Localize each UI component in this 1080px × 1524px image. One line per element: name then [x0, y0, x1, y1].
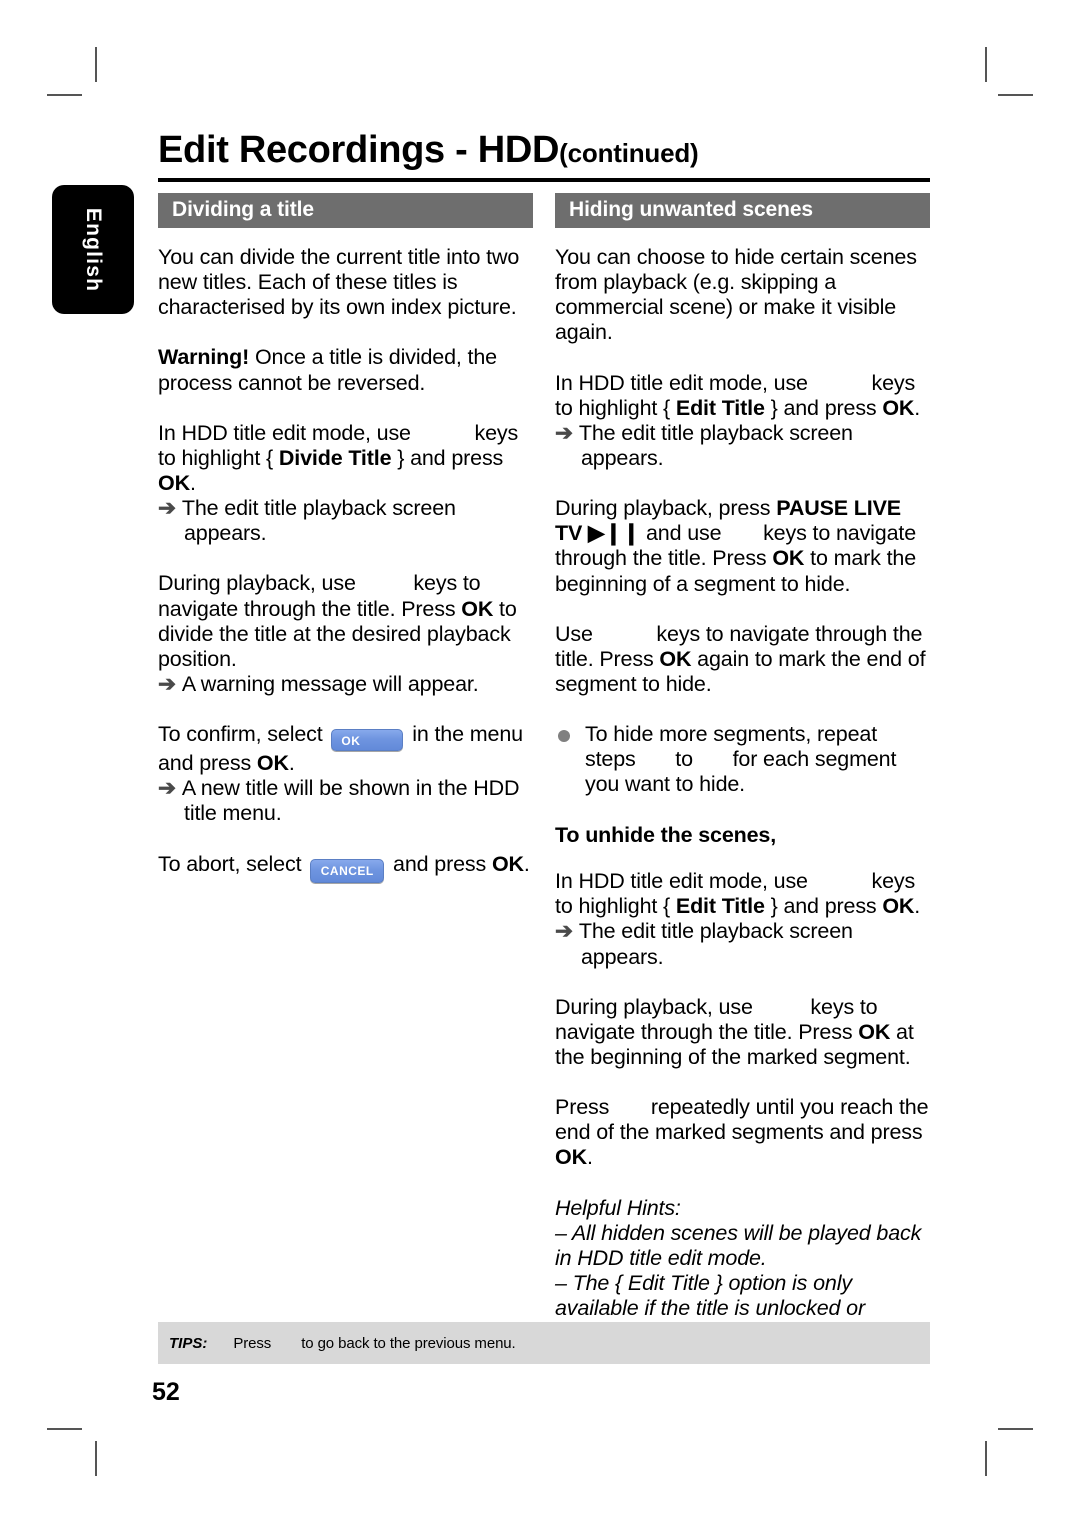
warning-label: Warning! — [158, 345, 250, 370]
key-ok: OK — [256, 751, 289, 776]
helpful-hint-1: – All hidden scenes will be played back … — [555, 1220, 922, 1270]
tips-text-after: to go back to the previous menu. — [301, 1334, 516, 1352]
key-ok: OK — [882, 395, 915, 420]
result-arrow-icon: ➔ — [555, 420, 573, 445]
paragraph-intro: You can divide the current title into tw… — [158, 245, 520, 320]
result-arrow-icon: ➔ — [158, 671, 176, 696]
crop-mark-top-left-horizontal — [47, 94, 82, 96]
step-text: } and press — [391, 445, 504, 470]
paragraph-unhide-step-press-repeatedly: Press repeatedly until you reach the end… — [555, 1095, 930, 1170]
column-dividing-a-title: Dividing a title You can divide the curr… — [158, 193, 533, 1346]
step-text: . — [189, 470, 196, 495]
crop-mark-top-left-vertical — [95, 47, 97, 82]
crop-mark-bottom-right-vertical — [985, 1441, 987, 1476]
step-text: . — [914, 894, 921, 919]
paragraph-warning: Warning! Once a title is divided, the pr… — [158, 345, 533, 395]
play-pause-icon: ▶❙❙ — [588, 521, 641, 546]
step-text: To confirm, select — [158, 722, 329, 747]
osd-ok-button[interactable]: OK — [331, 729, 404, 752]
crop-mark-top-right-horizontal — [998, 94, 1033, 96]
subheading-to-unhide-the-scenes: To unhide the scenes, — [555, 822, 777, 847]
result-text: The edit title playback screen appears. — [578, 919, 853, 969]
step-text: . — [288, 751, 295, 776]
crop-mark-top-right-vertical — [985, 47, 987, 82]
language-tab-label: English — [82, 207, 105, 292]
bullet-text: to — [669, 747, 699, 772]
key-ok: OK — [772, 546, 805, 571]
bullet-dot-icon — [558, 730, 570, 743]
page-number: 52 — [152, 1378, 180, 1406]
result-edit-title-playback-screen: ➔ The edit title playback screen appears. — [555, 919, 930, 969]
step-text: Press — [555, 1095, 616, 1120]
key-ok: OK — [858, 1019, 891, 1044]
section-header-hiding-unwanted-scenes: Hiding unwanted scenes — [555, 193, 930, 228]
helpful-hints-title: Helpful Hints: — [555, 1195, 681, 1220]
header-rule — [158, 178, 930, 182]
page-title-main: Edit Recordings - HDD — [158, 129, 560, 171]
result-edit-title-playback-screen: ➔ The edit title playback screen appears. — [158, 496, 533, 546]
result-arrow-icon: ➔ — [158, 496, 176, 521]
result-text: The edit title playback screen appears. — [181, 496, 456, 546]
page-title: Edit Recordings - HDD(continued) — [158, 131, 930, 169]
paragraph-step-mark-end: Use keys to navigate through the title. … — [555, 622, 930, 697]
tips-label: TIPS: — [169, 1334, 208, 1352]
step-text: } and press — [764, 395, 883, 420]
step-text: During playback, press — [555, 496, 777, 521]
paragraph-intro: You can choose to hide certain scenes fr… — [555, 245, 917, 345]
content-columns: Dividing a title You can divide the curr… — [158, 193, 930, 1346]
result-text: The edit title playback screen appears. — [578, 420, 853, 470]
column-hiding-unwanted-scenes: Hiding unwanted scenes You can choose to… — [555, 193, 930, 1346]
tips-text-before: Press — [233, 1334, 272, 1352]
menu-item-edit-title: Edit Title — [675, 894, 765, 919]
step-text: . — [523, 851, 530, 876]
step-text: . — [914, 395, 921, 420]
step-text: and press — [387, 851, 492, 876]
paragraph-unhide-step-navigate: During playback, use keys to navigate th… — [555, 995, 930, 1070]
page-header: Edit Recordings - HDD(continued) — [158, 131, 930, 182]
paragraph-step-pause-live-tv: During playback, press PAUSE LIVE TV ▶❙❙… — [555, 496, 930, 597]
paragraph-step-highlight-divide-title: In HDD title edit mode, use keys to high… — [158, 421, 533, 496]
osd-cancel-button[interactable]: CANCEL — [310, 858, 385, 883]
step-text: . — [586, 1145, 593, 1170]
step-text: In HDD title edit mode, use — [158, 420, 417, 445]
key-ok: OK — [461, 596, 494, 621]
step-text: } and press — [764, 894, 883, 919]
step-text: During playback, use — [555, 994, 759, 1019]
key-ok: OK — [882, 894, 915, 919]
step-text: In HDD title edit mode, use — [555, 370, 814, 395]
result-arrow-icon: ➔ — [555, 919, 573, 944]
key-ok: OK — [659, 646, 692, 671]
step-text: and use — [640, 521, 728, 546]
key-ok: OK — [491, 851, 524, 876]
language-tab: English — [52, 185, 134, 314]
paragraph-step-confirm: To confirm, select OK in the menu and pr… — [158, 722, 533, 776]
result-new-title-shown: ➔ A new title will be shown in the HDD ti… — [158, 776, 533, 826]
crop-mark-bottom-left-horizontal — [47, 1428, 82, 1430]
step-text: In HDD title edit mode, use — [555, 869, 814, 894]
bullet-repeat-steps: To hide more segments, repeat steps to f… — [555, 722, 930, 797]
tips-bar: TIPS: Press to go back to the previous m… — [158, 1322, 930, 1364]
step-text: During playback, use — [158, 571, 362, 596]
result-text: A new title will be shown in the HDD tit… — [181, 776, 520, 826]
menu-item-divide-title: Divide Title — [278, 445, 392, 470]
step-text: To abort, select — [158, 851, 308, 876]
result-warning-message: ➔ A warning message will appear. — [158, 672, 533, 697]
result-arrow-icon: ➔ — [158, 776, 176, 801]
menu-item-edit-title: Edit Title — [675, 395, 765, 420]
result-edit-title-playback-screen: ➔ The edit title playback screen appears. — [555, 421, 930, 471]
key-ok: OK — [158, 470, 190, 495]
step-text: Use — [555, 621, 599, 646]
paragraph-step-divide-position: During playback, use keys to navigate th… — [158, 571, 533, 672]
section-header-dividing-a-title: Dividing a title — [158, 193, 533, 228]
crop-mark-bottom-right-horizontal — [998, 1428, 1033, 1430]
paragraph-unhide-step-highlight: In HDD title edit mode, use keys to high… — [555, 869, 930, 919]
crop-mark-bottom-left-vertical — [95, 1441, 97, 1476]
document-page: English Edit Recordings - HDD(continued)… — [0, 0, 1080, 1524]
paragraph-step-highlight-edit-title: In HDD title edit mode, use keys to high… — [555, 371, 930, 421]
paragraph-step-abort: To abort, select CANCEL and press OK. — [158, 852, 533, 883]
page-title-sub: (continued) — [559, 138, 699, 168]
result-text: A warning message will appear. — [181, 671, 479, 696]
key-ok: OK — [555, 1145, 587, 1170]
